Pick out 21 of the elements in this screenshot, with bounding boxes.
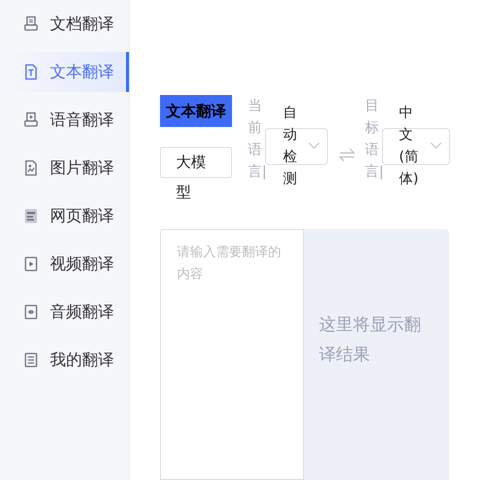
image-file-icon xyxy=(24,160,38,176)
language-select[interactable]: 中文(简体) xyxy=(382,94,450,198)
text-translation-tab[interactable]: 文本翻译 xyxy=(160,95,232,127)
chevron-down-icon xyxy=(308,142,320,150)
language-select[interactable]: 自动检测 xyxy=(265,94,328,198)
sidebar-item[interactable]: 图片翻译 xyxy=(0,148,129,188)
sidebar-item[interactable]: 文档翻译 xyxy=(0,4,129,44)
sidebar-item[interactable]: 音频翻译 xyxy=(0,292,129,332)
translation-file-icon xyxy=(24,352,38,368)
video-icon xyxy=(24,256,38,272)
source-text-field[interactable]: 请输入需要翻译的内容 xyxy=(160,229,304,480)
sidebar-item[interactable]: 我的翻译 xyxy=(0,340,129,380)
printer-icon xyxy=(24,16,38,32)
sidebar-item[interactable]: 语音翻译 xyxy=(0,100,129,140)
webpage-icon xyxy=(24,208,38,224)
sidebar-item[interactable]: 网页翻译 xyxy=(0,196,129,236)
sidebar-item[interactable]: 视频翻译 xyxy=(0,244,129,284)
chevron-down-icon xyxy=(430,142,442,150)
swap-icon[interactable] xyxy=(339,148,355,162)
text-file-icon xyxy=(24,64,38,80)
result-hint: 这里将显示翻译结果 xyxy=(319,314,422,366)
